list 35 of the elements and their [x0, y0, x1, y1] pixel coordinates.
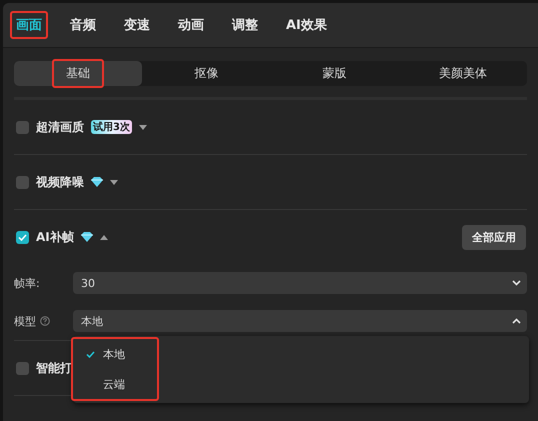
option-label: AI补帧 — [36, 228, 74, 246]
tab[interactable]: 调整 — [226, 11, 264, 39]
sub-tab-label: 蒙版 — [322, 65, 348, 82]
sub-tab[interactable]: 基础 — [14, 61, 142, 86]
caret-icon[interactable] — [110, 180, 118, 184]
select-field[interactable]: 本地 — [73, 310, 527, 332]
apply-all-button[interactable]: 全部应用 — [462, 224, 526, 250]
sub-tab-label: 基础 — [52, 59, 104, 88]
option-label: 视频降噪 — [36, 174, 84, 190]
checkbox[interactable] — [16, 120, 29, 134]
option-label: 智能打 — [36, 360, 72, 376]
option-label: 超清画质 — [36, 118, 84, 136]
sub-tab[interactable]: 蒙版 — [270, 61, 399, 86]
tab[interactable]: 变速 — [118, 11, 156, 39]
menu-item[interactable]: 云端 — [73, 376, 157, 392]
checkbox[interactable] — [16, 230, 29, 244]
caret-icon[interactable] — [138, 124, 147, 130]
help-icon[interactable] — [40, 316, 50, 326]
tab[interactable]: 动画 — [172, 11, 210, 39]
sub-tab[interactable]: 美颜美体 — [398, 61, 527, 86]
checkbox[interactable] — [16, 176, 29, 188]
sub-tab[interactable]: 抠像 — [142, 61, 270, 86]
sub-tab-label: 抠像 — [193, 65, 220, 82]
menu-item[interactable]: 本地 — [73, 346, 157, 362]
caret-icon[interactable] — [100, 234, 108, 240]
select-field[interactable]: 30 — [73, 272, 527, 294]
sub-tab-label: 美颜美体 — [438, 65, 488, 82]
tab[interactable]: AI效果 — [280, 11, 333, 39]
check-icon — [18, 234, 27, 240]
trial-badge: 试用3次 — [91, 120, 132, 134]
field-label: 模型 — [14, 314, 36, 328]
tab[interactable]: 画面 — [10, 11, 48, 39]
tab[interactable]: 音频 — [64, 11, 102, 39]
field-label: 帧率: — [14, 276, 40, 290]
checkbox[interactable] — [16, 362, 29, 374]
